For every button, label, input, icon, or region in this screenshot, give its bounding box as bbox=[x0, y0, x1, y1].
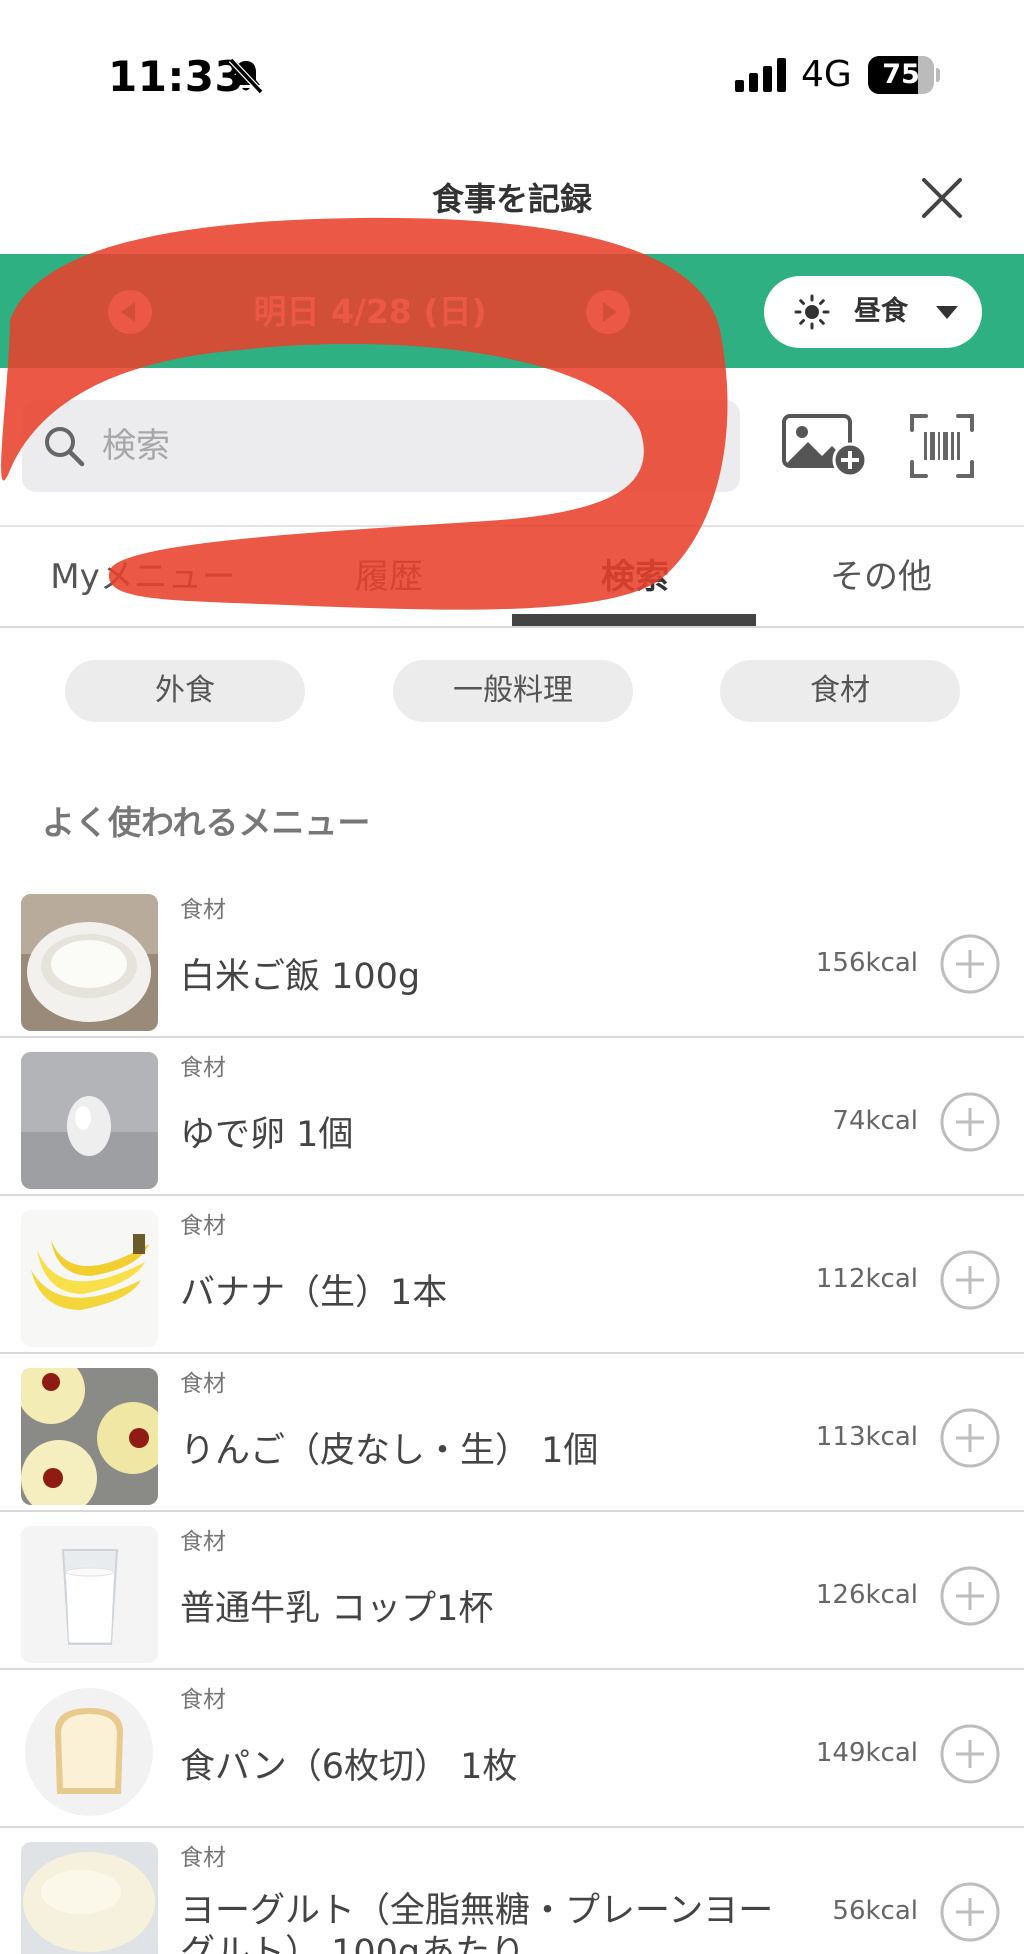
tab-my-menu[interactable]: Myメニュー bbox=[20, 528, 266, 626]
add-circle-icon[interactable] bbox=[940, 1408, 1000, 1468]
list-item[interactable]: 食材 りんご（皮なし・生） 1個 113kcal bbox=[0, 1354, 1024, 1512]
item-name: 食パン（6枚切） 1枚 bbox=[180, 1747, 518, 1787]
list-item[interactable]: 食材 ゆで卵 1個 74kcal bbox=[0, 1038, 1024, 1196]
sun-icon bbox=[794, 294, 830, 330]
battery-icon: 75 bbox=[868, 56, 940, 94]
bread-image bbox=[21, 1684, 158, 1821]
chip-eating-out[interactable]: 外食 bbox=[65, 660, 305, 722]
milk-image bbox=[21, 1526, 158, 1663]
meal-type-selector[interactable]: 昼食 bbox=[764, 276, 982, 348]
list-item[interactable]: 食材 バナナ（生）1本 112kcal bbox=[0, 1196, 1024, 1354]
barcode-scan-icon[interactable] bbox=[908, 412, 976, 480]
meal-type-label: 昼食 bbox=[854, 296, 908, 327]
chip-ingredients[interactable]: 食材 bbox=[720, 660, 960, 722]
add-circle-icon[interactable] bbox=[940, 1566, 1000, 1626]
tab-search[interactable]: 検索 bbox=[512, 528, 758, 626]
add-circle-icon[interactable] bbox=[940, 1882, 1000, 1942]
item-name: ゆで卵 1個 bbox=[180, 1115, 354, 1155]
apple-image bbox=[21, 1368, 158, 1505]
item-name: バナナ（生）1本 bbox=[180, 1273, 448, 1313]
battery-text: 75 bbox=[882, 59, 920, 90]
item-category: 食材 bbox=[180, 1687, 226, 1713]
item-calories: 149kcal bbox=[815, 1738, 918, 1768]
item-calories: 126kcal bbox=[815, 1580, 918, 1610]
add-circle-icon[interactable] bbox=[940, 1250, 1000, 1310]
item-name: ヨーグルト（全脂無糖・プレーンヨーグルト） 100gあたり bbox=[180, 1891, 774, 1954]
search-input[interactable] bbox=[102, 400, 702, 492]
tab-other[interactable]: その他 bbox=[758, 528, 1004, 626]
item-calories: 74kcal bbox=[832, 1106, 918, 1136]
chip-general-dishes[interactable]: 一般料理 bbox=[393, 660, 633, 722]
list-item[interactable]: 食材 食パン（6枚切） 1枚 149kcal bbox=[0, 1670, 1024, 1828]
active-tab-indicator bbox=[512, 614, 756, 626]
meal-record-screen: 11:33 4G 75 食事を記録 明日 4/28 (日) 昼食 検索 Myメニ… bbox=[0, 0, 1024, 1954]
item-calories: 156kcal bbox=[815, 948, 918, 978]
status-time: 11:33 bbox=[108, 52, 245, 101]
item-category: 食材 bbox=[180, 1845, 226, 1871]
item-name: 普通牛乳 コップ1杯 bbox=[180, 1589, 494, 1629]
banana-image bbox=[21, 1210, 158, 1347]
divider bbox=[0, 525, 1024, 527]
add-circle-icon[interactable] bbox=[940, 934, 1000, 994]
item-category: 食材 bbox=[180, 897, 226, 923]
chevron-left-icon bbox=[121, 302, 135, 322]
next-date-button[interactable] bbox=[586, 290, 630, 334]
list-item[interactable]: 食材 白米ご飯 100g 156kcal bbox=[0, 880, 1024, 1038]
item-category: 食材 bbox=[180, 1529, 226, 1555]
item-category: 食材 bbox=[180, 1055, 226, 1081]
signal-icon bbox=[735, 58, 786, 92]
list-item[interactable]: 食材 普通牛乳 コップ1杯 126kcal bbox=[0, 1512, 1024, 1670]
prev-date-button[interactable] bbox=[108, 290, 152, 334]
search-icon bbox=[45, 427, 85, 467]
item-calories: 113kcal bbox=[815, 1422, 918, 1452]
rice-bowl-image bbox=[21, 894, 158, 1031]
search-box[interactable] bbox=[22, 400, 740, 492]
divider bbox=[0, 626, 1024, 628]
item-calories: 112kcal bbox=[815, 1264, 918, 1294]
bell-muted-icon bbox=[228, 57, 264, 95]
page-title: 食事を記録 bbox=[431, 180, 592, 218]
chevron-down-icon bbox=[936, 306, 958, 319]
list-item[interactable]: 食材 ヨーグルト（全脂無糖・プレーンヨーグルト） 100gあたり 56kcal bbox=[0, 1828, 1024, 1954]
item-name: 白米ご飯 100g bbox=[180, 957, 421, 997]
item-name: りんご（皮なし・生） 1個 bbox=[180, 1431, 599, 1471]
status-bar: 11:33 4G 75 bbox=[0, 0, 1024, 150]
add-circle-icon[interactable] bbox=[940, 1092, 1000, 1152]
add-photo-icon[interactable] bbox=[782, 412, 868, 478]
tab-history[interactable]: 履歴 bbox=[266, 528, 512, 626]
yogurt-image bbox=[21, 1842, 158, 1954]
chevron-right-icon bbox=[603, 302, 617, 322]
section-title: よく使われるメニュー bbox=[42, 803, 371, 842]
close-icon[interactable] bbox=[916, 172, 968, 224]
network-type: 4G bbox=[801, 54, 852, 95]
food-list: 食材 白米ご飯 100g 156kcal 食材 ゆで卵 1個 74kcal 食材… bbox=[0, 880, 1024, 1954]
date-label: 明日 4/28 (日) bbox=[253, 292, 487, 331]
item-category: 食材 bbox=[180, 1371, 226, 1397]
item-category: 食材 bbox=[180, 1213, 226, 1239]
add-circle-icon[interactable] bbox=[940, 1724, 1000, 1784]
egg-image bbox=[21, 1052, 158, 1189]
item-calories: 56kcal bbox=[832, 1896, 918, 1926]
